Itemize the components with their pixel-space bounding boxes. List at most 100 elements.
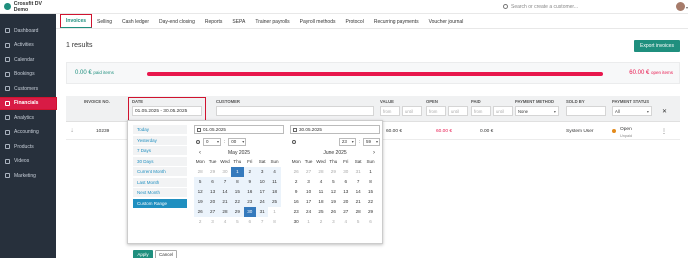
sold-by-filter[interactable] <box>566 106 606 116</box>
calendar-day[interactable]: 31 <box>255 207 269 217</box>
row-menu-icon[interactable]: ⋮ <box>661 128 667 135</box>
calendar-day[interactable]: 24 <box>255 197 269 207</box>
calendar-day[interactable]: 9 <box>290 187 302 197</box>
calendar-day[interactable]: 20 <box>206 197 219 207</box>
calendar-day[interactable]: 22 <box>364 197 376 207</box>
value-from-field[interactable]: from <box>380 106 400 116</box>
header-paid[interactable]: PAID <box>471 99 481 104</box>
calendar-day[interactable]: 25 <box>268 197 281 207</box>
calendar-day[interactable]: 11 <box>315 187 327 197</box>
calendar-day[interactable]: 2 <box>315 217 327 227</box>
calendar-day[interactable]: 31 <box>352 167 364 177</box>
calendar-day[interactable]: 1 <box>231 167 244 177</box>
calendar-day[interactable]: 20 <box>340 197 352 207</box>
calendar-day[interactable]: 22 <box>231 197 244 207</box>
calendar-day[interactable]: 25 <box>315 207 327 217</box>
calendar-day[interactable]: 23 <box>243 197 256 207</box>
brand[interactable]: Crossfit DV Demo <box>0 0 56 14</box>
tab-sepa[interactable]: SEPA <box>227 16 250 28</box>
sidebar-item-analytics[interactable]: Analytics <box>0 112 56 123</box>
sidebar-item-accounting[interactable]: Accounting <box>0 127 56 138</box>
calendar-day[interactable]: 13 <box>206 187 219 197</box>
calendar-day[interactable]: 6 <box>244 217 256 227</box>
calendar-day[interactable]: 17 <box>302 197 314 207</box>
range-custom-range[interactable]: Custom Range <box>133 198 187 208</box>
calendar-day[interactable]: 15 <box>231 187 244 197</box>
calendar-day[interactable]: 24 <box>302 207 314 217</box>
calendar-day[interactable]: 8 <box>231 177 244 187</box>
calendar-day[interactable]: 23 <box>290 207 302 217</box>
sidebar-item-dashboard[interactable]: Dashboard <box>0 25 56 36</box>
calendar-day[interactable]: 30 <box>340 167 352 177</box>
sidebar-item-activities[interactable]: Activities <box>0 40 56 51</box>
calendar-day[interactable]: 7 <box>352 177 364 187</box>
range-7-days[interactable]: 7 Days <box>133 146 187 155</box>
sidebar-item-marketing[interactable]: Marketing <box>0 170 56 181</box>
calendar-day[interactable]: 28 <box>352 207 364 217</box>
calendar-day[interactable]: 30 <box>243 207 256 217</box>
range-last-month[interactable]: Last Month <box>133 177 187 187</box>
calendar-day[interactable]: 19 <box>327 197 339 207</box>
calendar-day[interactable]: 14 <box>352 187 364 197</box>
calendar-day[interactable]: 29 <box>206 167 218 177</box>
avatar[interactable] <box>676 2 685 11</box>
header-payment-method[interactable]: PAYMENT METHOD <box>515 99 554 104</box>
search-input[interactable]: Search or create a customer... <box>503 2 653 11</box>
calendar-day[interactable]: 17 <box>255 187 269 197</box>
calendar-day[interactable]: 1 <box>302 217 314 227</box>
payment-status-select[interactable]: All <box>612 106 652 116</box>
calendar-day[interactable]: 29 <box>231 207 244 217</box>
tab-cash-ledger[interactable]: Cash ledger <box>117 16 154 28</box>
calendar-day[interactable]: 11 <box>268 177 281 187</box>
calendar-day[interactable]: 21 <box>218 197 232 207</box>
calendar-day[interactable]: 2 <box>290 177 302 187</box>
calendar-day[interactable]: 9 <box>243 177 256 187</box>
calendar-day[interactable]: 16 <box>243 187 256 197</box>
calendar-day[interactable]: 5 <box>327 177 339 187</box>
paid-until-field[interactable]: until <box>493 106 513 116</box>
sidebar-item-products[interactable]: Products <box>0 141 56 152</box>
calendar-day[interactable]: 27 <box>206 207 219 217</box>
value-until-field[interactable]: until <box>402 106 422 116</box>
calendar-day[interactable]: 8 <box>268 217 280 227</box>
calendar-day[interactable]: 5 <box>231 217 243 227</box>
calendar-day[interactable]: 27 <box>302 167 314 177</box>
calendar-day[interactable]: 30 <box>290 217 302 227</box>
sidebar-item-financials[interactable]: Financials <box>0 96 57 110</box>
calendar-day[interactable]: 10 <box>255 177 269 187</box>
calendar-day[interactable]: 6 <box>206 177 219 187</box>
tab-voucher-journal[interactable]: Voucher journal <box>424 16 469 28</box>
calendar-day[interactable]: 2 <box>243 167 256 177</box>
calendar-day[interactable]: 26 <box>327 207 339 217</box>
header-value[interactable]: VALUE <box>380 99 394 104</box>
calendar-day[interactable]: 26 <box>194 207 207 217</box>
header-invoice-no[interactable]: INVOICE NO. <box>84 99 110 104</box>
prev-month-icon[interactable]: ‹ <box>196 150 204 156</box>
sidebar-item-videos[interactable]: Videos <box>0 156 56 167</box>
tab-protocol[interactable]: Protocol <box>340 16 368 28</box>
calendar-day[interactable]: 1 <box>268 207 280 217</box>
header-open[interactable]: OPEN <box>426 99 438 104</box>
calendar-day[interactable]: 3 <box>327 217 339 227</box>
calendar-day[interactable]: 5 <box>194 177 207 187</box>
calendar-day[interactable]: 28 <box>315 167 327 177</box>
calendar-day[interactable]: 13 <box>340 187 352 197</box>
tab-selling[interactable]: Selling <box>92 16 117 28</box>
next-month-icon[interactable]: › <box>370 150 378 156</box>
calendar-day[interactable]: 7 <box>256 217 268 227</box>
calendar-day[interactable]: 29 <box>327 167 339 177</box>
export-invoices-button[interactable]: Export invoices <box>634 40 680 52</box>
calendar-day[interactable]: 19 <box>194 197 207 207</box>
tab-trainer-payrolls[interactable]: Trainer payrolls <box>250 16 294 28</box>
open-until-field[interactable]: until <box>448 106 468 116</box>
calendar-day[interactable]: 3 <box>302 177 314 187</box>
calendar-day[interactable]: 10 <box>302 187 314 197</box>
calendar-day[interactable]: 6 <box>340 177 352 187</box>
calendar-day[interactable]: 5 <box>352 217 364 227</box>
apply-button[interactable]: Apply <box>133 250 153 258</box>
calendar-day[interactable]: 26 <box>290 167 302 177</box>
calendar-day[interactable]: 30 <box>219 167 231 177</box>
header-customer[interactable]: CUSTOMER <box>216 99 240 104</box>
calendar-day[interactable]: 8 <box>364 177 376 187</box>
calendar-day[interactable]: 4 <box>219 217 231 227</box>
